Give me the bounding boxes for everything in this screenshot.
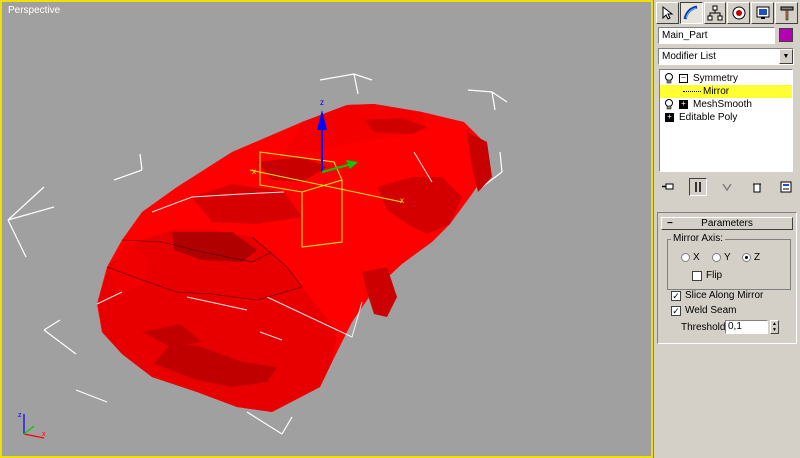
stack-toolbar bbox=[659, 178, 795, 196]
show-end-result-icon bbox=[694, 182, 701, 192]
axis-z-radio[interactable]: Z bbox=[742, 252, 760, 263]
svg-text:x: x bbox=[42, 431, 46, 438]
tab-modify[interactable] bbox=[679, 2, 703, 24]
make-unique-icon bbox=[722, 183, 732, 192]
collapse-icon: − bbox=[667, 218, 673, 229]
chevron-down-icon[interactable]: ▼ bbox=[779, 49, 793, 64]
threshold-spinner[interactable]: ▲ ▼ bbox=[770, 320, 779, 334]
parameters-rollout-header[interactable]: − Parameters bbox=[661, 217, 793, 230]
make-unique-button[interactable] bbox=[718, 178, 736, 196]
stack-item-mirror[interactable]: Mirror bbox=[660, 85, 792, 98]
radio-icon bbox=[712, 253, 721, 262]
axis-y-label: Y bbox=[724, 252, 731, 263]
viewport-scene: z x x z x bbox=[7, 73, 508, 439]
lightbulb-icon[interactable] bbox=[664, 73, 674, 84]
svg-text:x: x bbox=[252, 167, 256, 176]
create-icon bbox=[662, 5, 674, 20]
pin-stack-button[interactable] bbox=[659, 178, 677, 196]
tab-utilities[interactable] bbox=[775, 2, 798, 24]
radio-icon bbox=[681, 253, 690, 262]
perspective-viewport[interactable]: z x x z x Perspective bbox=[0, 0, 653, 458]
remove-modifier-button[interactable] bbox=[748, 178, 766, 196]
stack-item-label: Mirror bbox=[703, 86, 730, 97]
tab-create[interactable] bbox=[656, 2, 679, 24]
checkbox-checked-icon: ✓ bbox=[671, 290, 681, 301]
threshold-input[interactable]: 0,1 bbox=[725, 320, 768, 334]
tab-motion[interactable] bbox=[727, 2, 751, 24]
modify-icon bbox=[683, 5, 698, 20]
modifier-list-dropdown[interactable]: Modifier List ▼ bbox=[658, 48, 794, 65]
motion-icon bbox=[732, 6, 746, 20]
axis-x-label: X bbox=[693, 252, 700, 263]
slice-along-mirror-checkbox[interactable]: ✓ Slice Along Mirror bbox=[671, 290, 763, 301]
trash-icon bbox=[752, 183, 761, 193]
svg-text:x: x bbox=[400, 196, 404, 205]
tab-hierarchy[interactable] bbox=[703, 2, 727, 24]
axis-x-radio[interactable]: X bbox=[681, 252, 700, 263]
flip-checkbox[interactable]: Flip bbox=[692, 270, 722, 281]
command-panel: Main_Part Modifier List ▼ − Symmetry Mir… bbox=[653, 0, 800, 458]
tab-display[interactable] bbox=[751, 2, 775, 24]
stack-item-label: MeshSmooth bbox=[693, 99, 752, 110]
collapse-icon[interactable]: − bbox=[679, 74, 688, 83]
pin-icon bbox=[662, 183, 674, 190]
radio-selected-icon bbox=[742, 253, 751, 262]
mirror-axis-label: Mirror Axis: bbox=[671, 233, 725, 244]
weld-label: Weld Seam bbox=[685, 305, 737, 316]
world-axis-tripod: z x bbox=[18, 412, 46, 439]
show-end-result-button[interactable] bbox=[688, 178, 707, 196]
parameters-rollout: − Parameters Mirror Axis: X Y Z Flip ✓ S… bbox=[657, 212, 797, 344]
parameters-title: Parameters bbox=[701, 218, 753, 229]
car-model[interactable] bbox=[96, 104, 492, 412]
flip-label: Flip bbox=[706, 270, 723, 281]
command-panel-tabs bbox=[656, 2, 798, 24]
lightbulb-icon[interactable] bbox=[664, 99, 674, 110]
hierarchy-icon bbox=[707, 5, 723, 21]
threshold-label: Threshold: bbox=[681, 322, 729, 333]
modifier-stack[interactable]: − Symmetry Mirror + MeshSmooth + Editabl… bbox=[659, 69, 793, 172]
checkbox-icon bbox=[692, 270, 702, 281]
svg-text:z: z bbox=[18, 412, 22, 419]
mirror-axis-group: Mirror Axis: X Y Z Flip bbox=[667, 233, 791, 290]
stack-item-editable-poly[interactable]: + Editable Poly bbox=[660, 111, 792, 124]
stack-item-label: Editable Poly bbox=[679, 112, 738, 123]
axis-y-radio[interactable]: Y bbox=[712, 252, 731, 263]
checkbox-checked-icon: ✓ bbox=[671, 305, 681, 316]
object-name-field[interactable]: Main_Part bbox=[658, 27, 775, 44]
modifier-list-label: Modifier List bbox=[662, 51, 716, 62]
expand-icon[interactable]: + bbox=[679, 100, 688, 109]
stack-item-meshsmooth[interactable]: + MeshSmooth bbox=[660, 98, 792, 111]
configure-sets-button[interactable] bbox=[777, 178, 795, 196]
axis-z-label: Z bbox=[754, 252, 761, 263]
configure-icon bbox=[780, 181, 792, 193]
slice-label: Slice Along Mirror bbox=[685, 290, 764, 301]
tree-line bbox=[683, 91, 701, 92]
svg-text:z: z bbox=[320, 98, 324, 107]
utilities-icon bbox=[780, 6, 794, 21]
display-icon bbox=[756, 6, 770, 19]
viewport-label[interactable]: Perspective bbox=[8, 5, 60, 16]
object-color-swatch[interactable] bbox=[779, 28, 793, 42]
weld-seam-checkbox[interactable]: ✓ Weld Seam bbox=[671, 305, 737, 316]
stack-item-label: Symmetry bbox=[693, 73, 738, 84]
stack-item-symmetry[interactable]: − Symmetry bbox=[660, 72, 792, 85]
expand-icon[interactable]: + bbox=[665, 113, 674, 122]
